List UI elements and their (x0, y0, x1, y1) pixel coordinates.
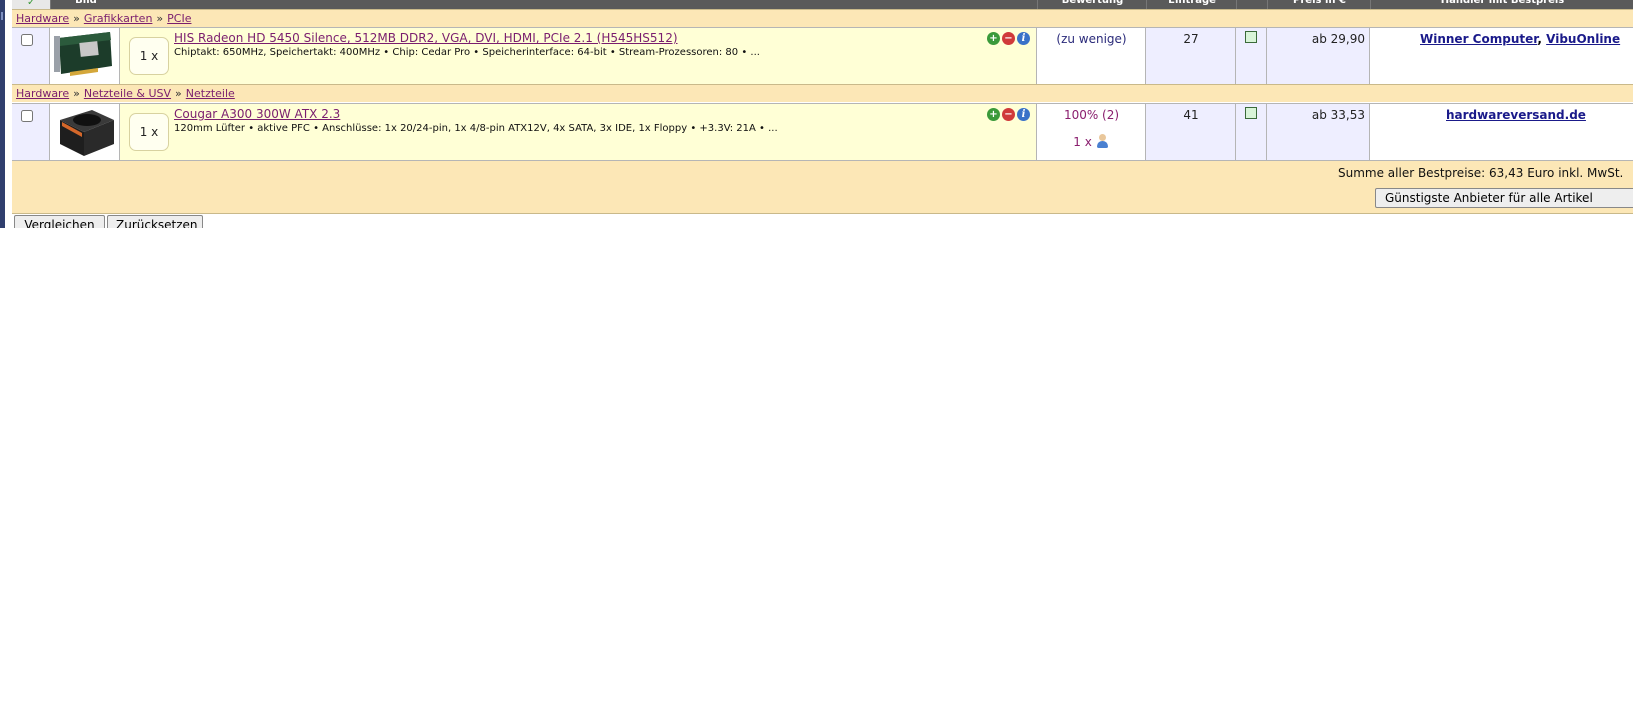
header-vendor: Händler mit Bestpreis (1370, 0, 1633, 9)
quantity-field[interactable]: 1 x (129, 37, 169, 75)
entries-count: 41 (1183, 108, 1199, 122)
price-cell: ab 33,53 (1267, 104, 1370, 160)
minus-circle-icon[interactable]: − (1002, 32, 1015, 45)
vendor-list: hardwareversand.de (1446, 108, 1586, 122)
vendor-cell: Winner Computer, VibuOnline (1370, 28, 1633, 84)
user-icon (1096, 134, 1110, 148)
breadcrumb-separator: » (73, 87, 80, 100)
compare-square-icon[interactable] (1245, 31, 1257, 43)
power-supply-image (60, 110, 114, 156)
vendor-list: Winner Computer, VibuOnline (1420, 32, 1621, 46)
breadcrumb-separator: » (156, 12, 164, 25)
table-row: 1 x HIS Radeon HD 5450 Silence, 512MB DD… (12, 27, 1633, 84)
compare-cell (1236, 104, 1267, 160)
product-cell: 1 x Cougar A300 300W ATX 2.3 120mm Lüfte… (120, 104, 1037, 160)
select-cell (12, 104, 50, 160)
rating-cell: 100% (2) 1 x (1037, 104, 1146, 160)
breadcrumb-link[interactable]: PCIe (167, 12, 191, 25)
product-image[interactable] (50, 104, 120, 160)
product-title-link[interactable]: HIS Radeon HD 5450 Silence, 512MB DDR2, … (174, 31, 678, 45)
row-checkbox[interactable] (21, 110, 33, 122)
quantity-field[interactable]: 1 x (129, 113, 169, 151)
entries-cell: 27 (1146, 28, 1236, 84)
rating-cell: (zu wenige) (1037, 28, 1146, 84)
breadcrumb-link[interactable]: Hardware (16, 87, 69, 100)
cheapest-vendors-button[interactable]: Günstigste Anbieter für alle Artikel (1375, 188, 1633, 208)
price-value: ab 29,90 (1311, 32, 1365, 46)
rating-text[interactable]: 100% (2) (1037, 108, 1146, 122)
rating-count-text: 1 x (1073, 135, 1092, 149)
table-row: 1 x Cougar A300 300W ATX 2.3 120mm Lüfte… (12, 103, 1633, 160)
product-cell: 1 x HIS Radeon HD 5450 Silence, 512MB DD… (120, 28, 1037, 84)
header-price[interactable]: Preis in € (1267, 0, 1371, 9)
entries-cell: 41 (1146, 104, 1236, 160)
compare-button[interactable]: Vergleichen (14, 215, 105, 228)
header-check-cell: ✓ (12, 0, 50, 9)
info-circle-icon[interactable]: i (1017, 108, 1030, 121)
vendor-cell: hardwareversand.de (1370, 104, 1633, 160)
breadcrumb-link[interactable]: Grafikkarten (84, 12, 153, 25)
rating-count[interactable]: 1 x (1037, 134, 1146, 149)
product-description: Chiptakt: 650MHz, Speichertakt: 400MHz •… (174, 47, 760, 58)
header-compare-icon (1236, 0, 1268, 9)
table-header: ✓ Bild Bewertung Einträge Preis in € Hän… (12, 0, 1633, 9)
breadcrumb-separator: » (73, 12, 80, 25)
product-image[interactable] (50, 28, 120, 84)
entries-count: 27 (1183, 32, 1199, 46)
product-description: 120mm Lüfter • aktive PFC • Anschlüsse: … (174, 123, 778, 134)
header-image: Bild (50, 0, 121, 9)
minus-circle-icon[interactable]: − (1002, 108, 1015, 121)
breadcrumb-link[interactable]: Netzteile & USV (84, 87, 171, 100)
product-title-link[interactable]: Cougar A300 300W ATX 2.3 (174, 107, 340, 121)
header-entries[interactable]: Einträge (1146, 0, 1237, 9)
row-actions: + − i (987, 108, 1035, 122)
sum-of-best-prices: Summe aller Bestpreise: 63,43 Euro inkl.… (1338, 166, 1624, 180)
checkmark-icon: ✓ (27, 0, 36, 8)
vendor-link[interactable]: Winner Computer (1420, 32, 1537, 46)
plus-circle-icon[interactable]: + (987, 32, 1000, 45)
row-actions: + − i (987, 32, 1035, 46)
select-cell (12, 28, 50, 84)
viewport: ✓ Bild Bewertung Einträge Preis in € Hän… (0, 0, 1633, 228)
breadcrumb-link[interactable]: Hardware (16, 12, 69, 25)
rating-text[interactable]: (zu wenige) (1037, 32, 1146, 46)
price-cell: ab 29,90 (1267, 28, 1370, 84)
breadcrumb: Hardware» Grafikkarten» PCIe (12, 9, 1633, 27)
vendor-link[interactable]: VibuOnline (1546, 32, 1620, 46)
plus-circle-icon[interactable]: + (987, 108, 1000, 121)
reset-button[interactable]: Zurücksetzen (107, 215, 203, 228)
row-checkbox[interactable] (21, 34, 33, 46)
breadcrumb-link[interactable]: Netzteile (186, 87, 235, 100)
breadcrumb-separator: » (175, 87, 182, 100)
vendor-link[interactable]: hardwareversand.de (1446, 108, 1586, 122)
compare-cell (1236, 28, 1267, 84)
price-value: ab 33,53 (1311, 108, 1365, 122)
header-rating[interactable]: Bewertung (1037, 0, 1147, 9)
info-circle-icon[interactable]: i (1017, 32, 1030, 45)
compare-square-icon[interactable] (1245, 107, 1257, 119)
breadcrumb: Hardware » Netzteile & USV » Netzteile (12, 84, 1633, 102)
graphics-card-image (54, 32, 112, 76)
